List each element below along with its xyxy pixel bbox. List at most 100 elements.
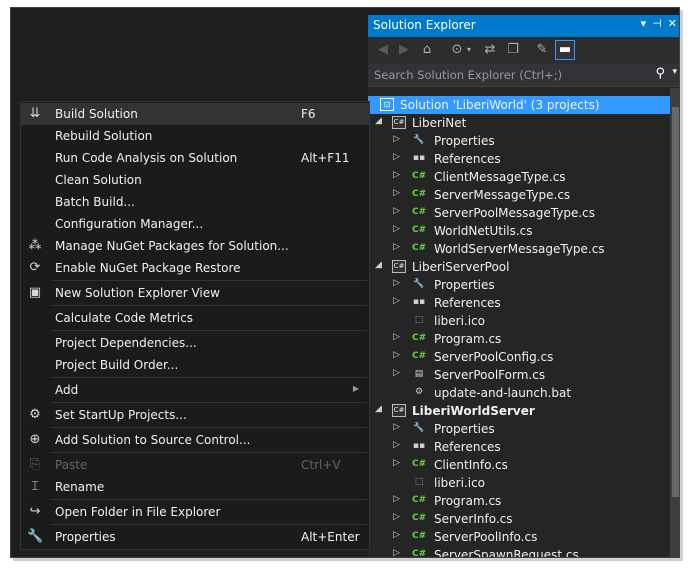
- menu-item-batch-build[interactable]: Batch Build...: [21, 191, 369, 213]
- solution-explorer-panel: Solution Explorer ▾ ⊣ ✕ ◀ ▶ ⌂ ⊙ ▾ ⇄ ❐ ✎ …: [368, 15, 679, 557]
- close-icon[interactable]: ✕: [668, 17, 677, 30]
- tree-item[interactable]: ⬚ liberi.ico: [368, 474, 670, 492]
- menu-item-label: Paste: [55, 458, 88, 472]
- tree-item-label: ServerMessageType.cs: [434, 188, 571, 202]
- menu-item-open-folder-in-file-explorer[interactable]: ↪ Open Folder in File Explorer: [21, 501, 369, 523]
- menu-item-clean-solution[interactable]: Clean Solution: [21, 169, 369, 191]
- tree-item[interactable]: ▷ 🔧 Properties: [368, 420, 670, 438]
- pin-icon[interactable]: ⊣: [652, 17, 662, 30]
- solution-explorer-titlebar: Solution Explorer ▾ ⊣ ✕: [368, 15, 679, 37]
- menu-item-new-solution-explorer-view[interactable]: ▣ New Solution Explorer View: [21, 282, 369, 304]
- menu-separator: [51, 402, 367, 403]
- collapsed-arrow-icon[interactable]: ▷: [393, 512, 400, 522]
- preview-selected-icon[interactable]: ▬: [555, 40, 575, 60]
- tree-item[interactable]: ▷ ▪▪ References: [368, 438, 670, 456]
- tree-item[interactable]: ▷ ▪▪ References: [368, 294, 670, 312]
- collapsed-arrow-icon[interactable]: ▷: [393, 188, 400, 198]
- back-icon[interactable]: ◀: [374, 41, 392, 59]
- menu-item-calculate-code-metrics[interactable]: Calculate Code Metrics: [21, 307, 369, 329]
- tree-item-label: ServerPoolInfo.cs: [434, 530, 538, 544]
- tree-item[interactable]: ▷ 🔧 Properties: [368, 276, 670, 294]
- collapsed-arrow-icon[interactable]: ▷: [393, 548, 400, 557]
- tree-item[interactable]: ⬚ liberi.ico: [368, 312, 670, 330]
- tree-item-label: update-and-launch.bat: [434, 386, 572, 400]
- menu-item-set-startup-projects[interactable]: ⚙ Set StartUp Projects...: [21, 404, 369, 426]
- sync-icon[interactable]: ⇄: [481, 41, 499, 59]
- collapsed-arrow-icon[interactable]: ▷: [393, 170, 400, 180]
- search-input[interactable]: [372, 66, 646, 84]
- tree-item[interactable]: ▷ C# Program.cs: [368, 492, 670, 510]
- forward-icon[interactable]: ▶: [395, 41, 413, 59]
- collapsed-arrow-icon[interactable]: ▷: [393, 224, 400, 234]
- menu-item-shortcut: Alt+F11: [301, 151, 350, 165]
- dropdown-icon[interactable]: ▾: [641, 17, 647, 30]
- tree-item[interactable]: ⚙ update-and-launch.bat: [368, 384, 670, 402]
- tree-item[interactable]: ▷ ▪▪ References: [368, 150, 670, 168]
- tree-item[interactable]: ▷ C# ServerInfo.cs: [368, 510, 670, 528]
- csharp-file-icon: C#: [412, 531, 427, 541]
- menu-item-enable-nuget-package-restore[interactable]: ⟳ Enable NuGet Package Restore: [21, 257, 369, 279]
- collapsed-arrow-icon[interactable]: ▷: [393, 350, 400, 360]
- ico-file-icon: ⬚: [414, 315, 424, 325]
- expanded-arrow-icon[interactable]: ◢: [375, 404, 382, 414]
- menu-item-rebuild-solution[interactable]: Rebuild Solution: [21, 125, 369, 147]
- collapsed-arrow-icon[interactable]: ▷: [393, 440, 400, 450]
- ico-file-icon: ⬚: [414, 477, 424, 487]
- collapsed-arrow-icon[interactable]: ▷: [393, 494, 400, 504]
- tree-item[interactable]: ◢ C# LiberiNet: [368, 114, 670, 132]
- tree-item[interactable]: ◢ C# LiberiServerPool: [368, 258, 670, 276]
- menu-separator: [51, 305, 367, 306]
- collapsed-arrow-icon[interactable]: ▷: [393, 152, 400, 162]
- scrollbar-thumb[interactable]: [672, 107, 679, 497]
- collapse-all-icon[interactable]: ❐: [504, 41, 522, 59]
- collapsed-arrow-icon[interactable]: ▷: [393, 422, 400, 432]
- menu-item-shortcut: F6: [301, 107, 316, 121]
- tree-item-label: Solution 'LiberiWorld' (3 projects): [400, 98, 600, 112]
- menu-item-project-dependencies[interactable]: Project Dependencies...: [21, 332, 369, 354]
- tree-item[interactable]: ▷ 🔧 Properties: [368, 132, 670, 150]
- solution-icon: ⊡: [380, 98, 394, 111]
- menu-item-project-build-order[interactable]: Project Build Order...: [21, 354, 369, 376]
- tree-item[interactable]: ▷ C# ServerPoolConfig.cs: [368, 348, 670, 366]
- collapsed-arrow-icon[interactable]: ▷: [393, 458, 400, 468]
- chevron-down-icon[interactable]: ▾: [464, 41, 474, 59]
- menu-item-rename[interactable]: ⌶ Rename: [21, 476, 369, 498]
- menu-item-properties[interactable]: 🔧 Properties Alt+Enter: [21, 526, 369, 548]
- collapsed-arrow-icon[interactable]: ▷: [393, 134, 400, 144]
- expanded-arrow-icon[interactable]: ◢: [375, 116, 382, 126]
- tree-item[interactable]: ▷ C# Program.cs: [368, 330, 670, 348]
- collapsed-arrow-icon[interactable]: ▷: [393, 368, 400, 378]
- tree-item[interactable]: ▷ C# WorldNetUtils.cs: [368, 222, 670, 240]
- tree-item[interactable]: ▷ C# ClientInfo.cs: [368, 456, 670, 474]
- collapsed-arrow-icon[interactable]: ▷: [393, 332, 400, 342]
- search-icon[interactable]: ⚲: [655, 66, 665, 81]
- menu-item-manage-nuget-packages-for-solution[interactable]: ⁂ Manage NuGet Packages for Solution...: [21, 235, 369, 257]
- home-icon[interactable]: ⌂: [418, 41, 436, 59]
- menu-item-build-solution[interactable]: ⇊ Build Solution F6: [21, 103, 369, 125]
- tree-item[interactable]: ▷ C# ServerSpawnRequest.cs: [368, 546, 670, 557]
- expanded-arrow-icon[interactable]: ◢: [375, 260, 382, 270]
- tree-item[interactable]: ▷ C# ServerMessageType.cs: [368, 186, 670, 204]
- tree-item[interactable]: ⊡ Solution 'LiberiWorld' (3 projects): [368, 96, 670, 114]
- menu-item-add-solution-to-source-control[interactable]: ⊕ Add Solution to Source Control...: [21, 429, 369, 451]
- search-options-icon[interactable]: ▾: [672, 67, 677, 77]
- tree-item[interactable]: ◢ C# LiberiWorldServer: [368, 402, 670, 420]
- collapsed-arrow-icon[interactable]: ▷: [393, 206, 400, 216]
- menu-item-configuration-manager[interactable]: Configuration Manager...: [21, 213, 369, 235]
- tree-item-label: ClientInfo.cs: [434, 458, 508, 472]
- tree-item[interactable]: ▷ C# ClientMessageType.cs: [368, 168, 670, 186]
- tree-item[interactable]: ▷ C# WorldServerMessageType.cs: [368, 240, 670, 258]
- tree-item[interactable]: ▷ C# ServerPoolMessageType.cs: [368, 204, 670, 222]
- tree-item[interactable]: ▷ ▤ ServerPoolForm.cs: [368, 366, 670, 384]
- collapsed-arrow-icon[interactable]: ▷: [393, 530, 400, 540]
- menu-item-add[interactable]: Add ▶: [21, 379, 369, 401]
- collapsed-arrow-icon[interactable]: ▷: [393, 278, 400, 288]
- menu-item-run-code-analysis-on-solution[interactable]: Run Code Analysis on Solution Alt+F11: [21, 147, 369, 169]
- menu-item-paste: ⎘ Paste Ctrl+V: [21, 454, 369, 476]
- collapsed-arrow-icon[interactable]: ▷: [393, 242, 400, 252]
- collapsed-arrow-icon[interactable]: ▷: [393, 296, 400, 306]
- menu-item-label: Clean Solution: [55, 173, 142, 187]
- menu-item-label: Rename: [55, 480, 105, 494]
- properties-wrench-icon[interactable]: ✎: [533, 41, 551, 59]
- tree-item[interactable]: ▷ C# ServerPoolInfo.cs: [368, 528, 670, 546]
